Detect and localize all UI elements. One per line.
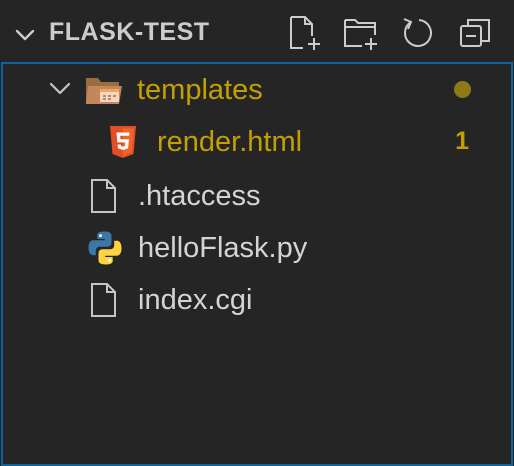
tree-item-index-cgi[interactable]: index.cgi: [3, 274, 511, 326]
explorer-panel: FLASK-TEST templates render.html 1 .htac…: [0, 0, 514, 466]
modified-dot-badge: [454, 81, 471, 98]
html5-icon: [110, 126, 136, 158]
new-folder-icon[interactable]: [342, 14, 380, 52]
tree-item-htaccess[interactable]: .htaccess: [3, 170, 511, 222]
file-tree: templates render.html 1 .htaccess helloF…: [1, 62, 513, 466]
python-icon: [88, 231, 122, 265]
folder-title[interactable]: FLASK-TEST: [49, 18, 210, 47]
chevron-down-icon[interactable]: [14, 24, 36, 46]
problem-count-badge: 1: [455, 127, 469, 155]
file-icon: [91, 179, 116, 213]
folder-templates-icon: [86, 78, 122, 104]
tree-item-helloflask-py[interactable]: helloFlask.py: [3, 222, 511, 274]
tree-item-label: .htaccess: [138, 180, 261, 212]
tree-item-label: render.html: [157, 126, 303, 158]
collapse-all-icon[interactable]: [457, 14, 495, 52]
explorer-header[interactable]: FLASK-TEST: [0, 0, 514, 62]
new-file-icon[interactable]: [286, 14, 324, 52]
file-icon: [91, 283, 116, 317]
tree-item-templates[interactable]: templates: [3, 64, 511, 116]
tree-item-label: index.cgi: [138, 284, 253, 316]
tree-item-label: templates: [137, 74, 263, 106]
tree-item-label: helloFlask.py: [138, 232, 308, 264]
tree-item-render-html[interactable]: render.html 1: [3, 116, 511, 168]
chevron-down-icon[interactable]: [48, 79, 72, 99]
refresh-icon[interactable]: [399, 14, 437, 52]
